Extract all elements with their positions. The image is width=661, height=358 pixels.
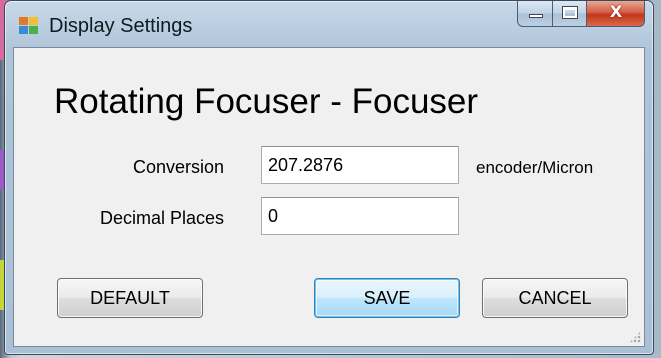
window-title: Display Settings (49, 15, 193, 37)
page-title: Rotating Focuser - Focuser (54, 82, 479, 121)
maximize-button[interactable] (553, 1, 587, 27)
conversion-unit-label: encoder/Micron (476, 158, 594, 177)
close-button[interactable]: X (587, 1, 645, 27)
decimal-places-input[interactable] (261, 197, 459, 235)
app-icon[interactable] (19, 17, 39, 35)
cancel-button[interactable]: CANCEL (482, 278, 628, 318)
conversion-label: Conversion (132, 157, 224, 177)
maximize-icon (562, 6, 578, 19)
minimize-icon (529, 14, 543, 18)
minimize-button[interactable] (517, 1, 553, 27)
conversion-input[interactable] (261, 146, 459, 184)
resize-grip-icon[interactable] (629, 331, 641, 343)
dialog-client-area: Rotating Focuser - Focuser Conversion en… (13, 47, 645, 347)
default-button[interactable]: DEFAULT (57, 278, 203, 318)
caption-buttons: X (517, 1, 645, 27)
decimal-places-label: Decimal Places (99, 208, 224, 228)
display-settings-window: Display Settings X Rotating Focuser - Fo… (4, 0, 654, 355)
save-button[interactable]: SAVE (314, 278, 460, 318)
close-icon: X (609, 2, 623, 21)
title-bar[interactable]: Display Settings X (5, 1, 653, 47)
